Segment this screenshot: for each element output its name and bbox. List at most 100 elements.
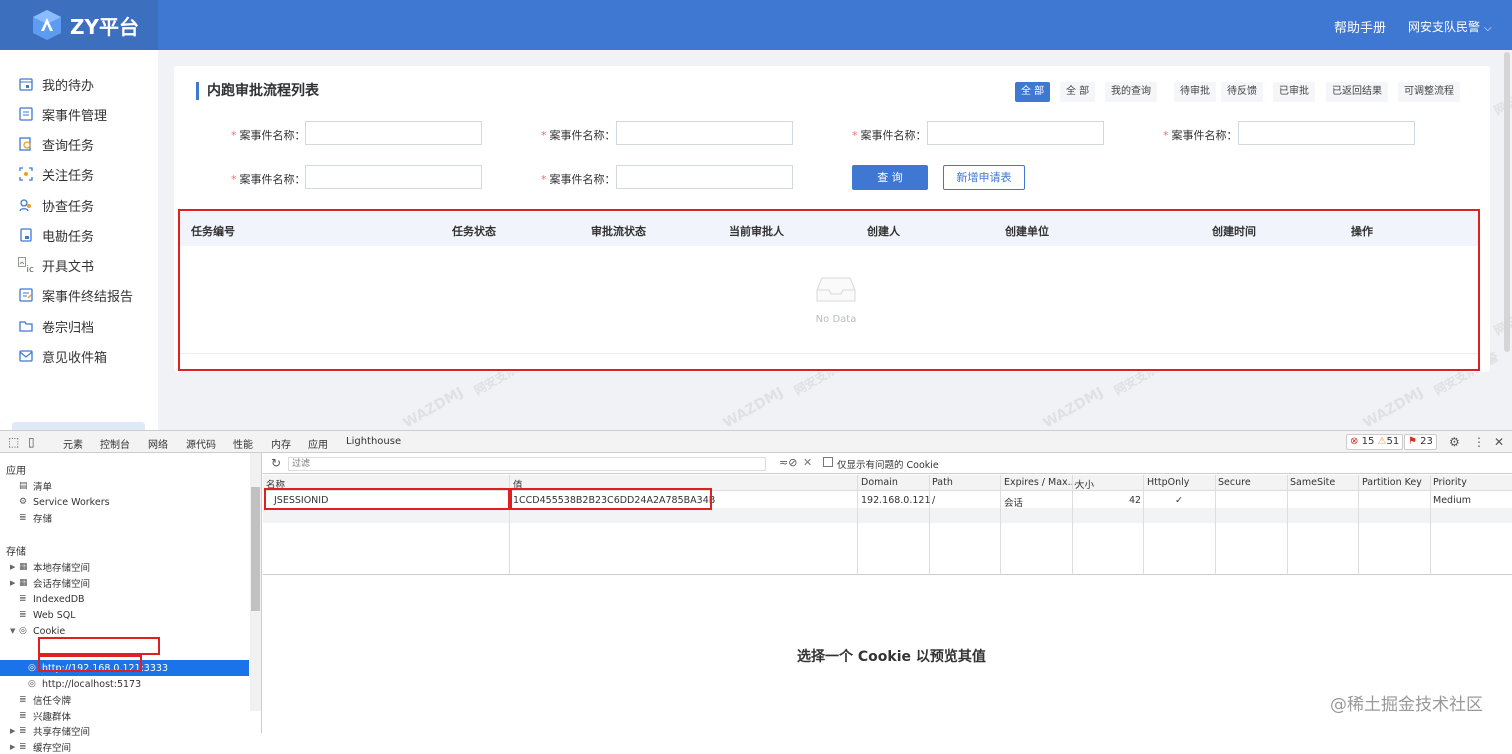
col-path[interactable]: Path (932, 477, 953, 488)
col-divider (1287, 475, 1288, 575)
user-menu[interactable]: 网安支队民警 ⌵ (1408, 18, 1492, 35)
side-item-cache-storage[interactable]: ▶ ≣ 缓存空间 (10, 740, 71, 754)
sidebar-item-final-report[interactable]: 案事件终结报告 (18, 284, 133, 306)
side-item-websql[interactable]: ≣ Web SQL (10, 608, 76, 622)
case-name-input-3[interactable] (927, 121, 1104, 145)
sidebar-item-label: 我的待办 (42, 78, 95, 94)
col-divider (857, 475, 858, 575)
side-item-session-storage[interactable]: ▶ ▦ 会话存储空间 (10, 576, 90, 590)
col-httponly[interactable]: HttpOnly (1147, 477, 1189, 488)
case-name-input-1[interactable] (305, 121, 482, 145)
highlight-box-table (178, 209, 1480, 371)
query-button[interactable]: 查 询 (852, 165, 928, 190)
tab-console[interactable]: 控制台 (100, 436, 130, 451)
col-priority[interactable]: Priority (1433, 477, 1467, 488)
grid-icon: ▦ (19, 562, 28, 572)
col-secure[interactable]: Secure (1218, 477, 1251, 488)
sidebar-item-assist-tasks[interactable]: 协查任务 (18, 194, 94, 216)
doc-icon (18, 227, 34, 243)
tab-lighthouse[interactable]: Lighthouse (346, 436, 401, 447)
refresh-icon[interactable]: ↻ (271, 456, 281, 470)
tab-returned-results[interactable]: 已返回结果 (1326, 82, 1388, 102)
sidebar-item-case-management[interactable]: 案事件管理 (18, 103, 107, 125)
side-item-trust-tokens[interactable]: ≣ 信任令牌 (10, 693, 71, 707)
list-icon (18, 106, 34, 122)
broken-image-alt: ic (26, 265, 34, 275)
case-name-input-4[interactable] (1238, 121, 1415, 145)
col-expires[interactable]: Expires / Max... (1004, 477, 1077, 488)
issues-badge[interactable]: ⚑ 23 (1404, 434, 1437, 450)
case-name-label: * 案事件名称： (541, 173, 616, 186)
col-partition-key[interactable]: Partition Key (1362, 477, 1422, 488)
tab-pending-feedback[interactable]: 待反馈 (1221, 82, 1263, 102)
col-domain[interactable]: Domain (861, 477, 898, 488)
broken-image-icon: ic (18, 257, 34, 275)
case-name-label: * 案事件名称： (231, 129, 306, 142)
cookie-filter-input[interactable]: 过滤 (288, 457, 766, 471)
cookie-httponly: ✓ (1175, 495, 1183, 506)
tab-network[interactable]: 网络 (148, 436, 168, 451)
case-name-input-6[interactable] (616, 165, 793, 189)
error-warning-badge[interactable]: ⊗ 15 ⚠51 (1346, 434, 1404, 450)
new-application-button[interactable]: 新增申请表 (943, 165, 1025, 190)
sidebar-item-issue-documents[interactable]: ic 开具文书 (18, 254, 94, 276)
delete-icon[interactable]: ✕ (803, 456, 812, 469)
chevron-down-icon: ⌵ (1484, 23, 1492, 34)
gear-icon[interactable]: ⚙ (1449, 435, 1460, 449)
side-item-indexeddb[interactable]: ≣ IndexedDB (10, 592, 85, 606)
more-menu-icon[interactable]: ⋮ (1473, 435, 1485, 449)
highlight-box-origin-3333 (38, 637, 160, 655)
cookie-domain: 192.168.0.121 (861, 495, 931, 506)
side-item-cookie-origin-5173[interactable]: ◎ http://localhost:5173 (28, 677, 141, 691)
page-scrollbar[interactable] (1504, 52, 1510, 352)
tab-adjustable-flow[interactable]: 可调整流程 (1398, 82, 1460, 102)
sidebar-item-label: 关注任务 (42, 168, 95, 184)
help-manual-link[interactable]: 帮助手册 (1334, 17, 1386, 36)
report-icon (18, 287, 34, 303)
close-icon[interactable]: ✕ (1494, 435, 1504, 449)
tab-sources[interactable]: 源代码 (186, 436, 216, 451)
issues-count: 23 (1420, 436, 1433, 447)
cookie-priority: Medium (1433, 495, 1471, 506)
sidebar-item-todo[interactable]: 我的待办 (18, 73, 94, 95)
tab-memory[interactable]: 内存 (271, 436, 291, 451)
side-item-cookie[interactable]: ▼ ◎ Cookie (10, 624, 65, 638)
sidebar-item-survey-tasks[interactable]: 电勘任务 (18, 224, 94, 246)
sidebar-item-follow-tasks[interactable]: 关注任务 (18, 163, 94, 185)
col-divider (1072, 475, 1073, 575)
side-item-service-workers[interactable]: ⚙ Service Workers (10, 495, 110, 509)
side-item-shared-storage[interactable]: ▶ ≣ 共享存储空间 (10, 724, 90, 738)
sidebar-item-feedback-inbox[interactable]: 意见收件箱 (18, 345, 107, 367)
col-samesite[interactable]: SameSite (1290, 477, 1335, 488)
database-icon: ≣ (19, 513, 27, 523)
device-toggle-icon[interactable]: ▯ (28, 435, 35, 449)
tab-all[interactable]: 全 部 (1060, 82, 1096, 102)
only-issues-checkbox[interactable] (823, 457, 833, 467)
cookie-icon: ◎ (28, 679, 36, 689)
sidebar-scroll-thumb[interactable] (251, 487, 260, 611)
tab-my-queries[interactable]: 我的查询 (1105, 82, 1157, 102)
sidebar-item-active-partial[interactable] (12, 422, 145, 430)
database-icon: ≣ (19, 695, 27, 705)
tab-elements[interactable]: 元素 (63, 436, 83, 451)
logo[interactable]: ZY平台 (0, 0, 158, 50)
side-item-local-storage[interactable]: ▶ ▦ 本地存储空间 (10, 560, 90, 574)
sidebar-item-query-tasks[interactable]: 查询任务 (18, 133, 94, 155)
clear-filtered-icon[interactable]: ≂⊘ (779, 456, 797, 469)
tab-all-active[interactable]: 全 部 (1015, 82, 1051, 102)
side-item-interest-groups[interactable]: ≣ 兴趣群体 (10, 709, 71, 723)
col-divider (1143, 475, 1144, 575)
case-name-input-2[interactable] (616, 121, 793, 145)
calendar-icon (18, 76, 34, 92)
case-name-input-5[interactable] (305, 165, 482, 189)
side-item-manifest[interactable]: ▤ 清单 (10, 479, 52, 493)
side-item-storage[interactable]: ≣ 存储 (10, 511, 52, 525)
inspect-element-icon[interactable]: ⬚ (8, 435, 19, 449)
case-name-label: * 案事件名称： (231, 173, 306, 186)
tab-performance[interactable]: 性能 (233, 436, 253, 451)
tab-approved[interactable]: 已审批 (1273, 82, 1315, 102)
tab-pending-approval[interactable]: 待审批 (1174, 82, 1216, 102)
col-divider (1358, 475, 1359, 575)
sidebar-item-archive[interactable]: 卷宗归档 (18, 315, 94, 337)
col-size[interactable]: 大小 (1075, 477, 1094, 491)
